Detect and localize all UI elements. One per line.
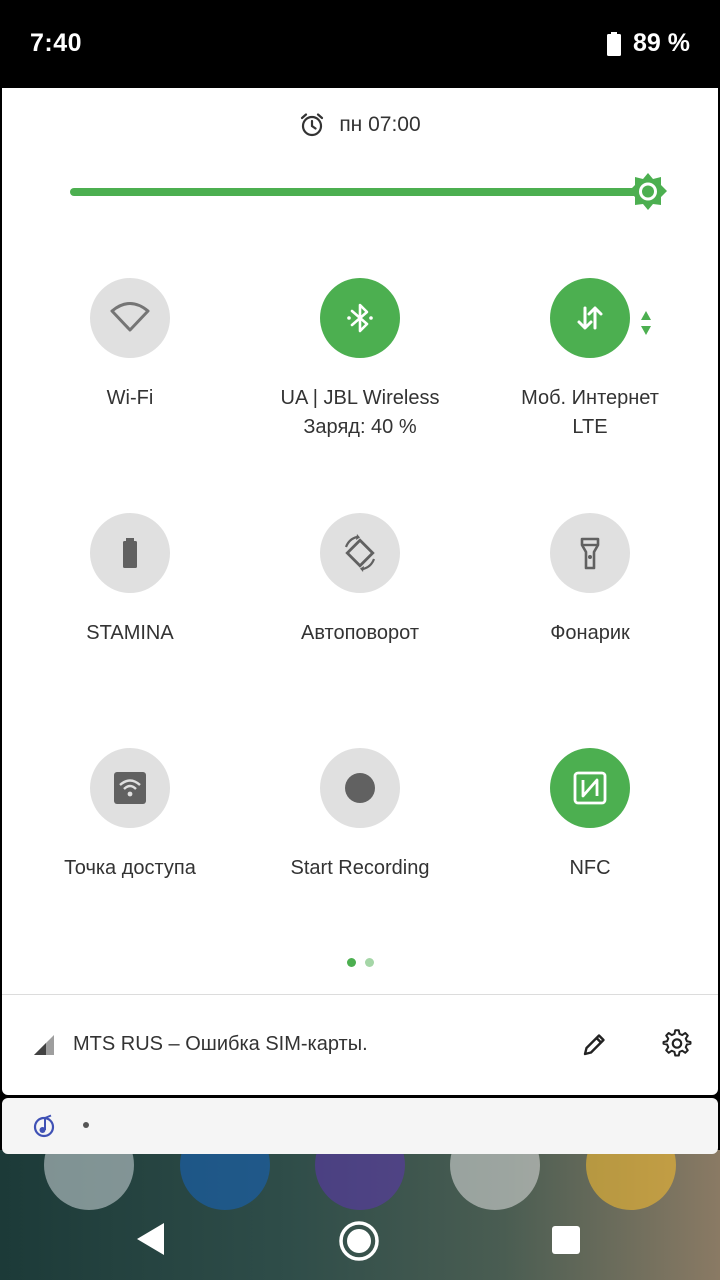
back-icon[interactable] bbox=[136, 1222, 166, 1256]
alarm-icon bbox=[301, 113, 324, 137]
battery-status-icon bbox=[607, 31, 622, 56]
bluetooth-icon bbox=[347, 303, 373, 333]
tile-stamina[interactable]: STAMINA bbox=[15, 513, 245, 648]
brightness-thumb-icon[interactable] bbox=[628, 172, 668, 212]
page-dot-active[interactable] bbox=[346, 958, 356, 967]
page-dot[interactable] bbox=[364, 958, 374, 967]
tile-label: NFC bbox=[569, 857, 611, 879]
recent-apps-icon[interactable] bbox=[552, 1226, 580, 1254]
wifi-icon bbox=[110, 302, 150, 332]
battery-percent: 89 % bbox=[633, 29, 690, 57]
settings-gear-icon[interactable] bbox=[662, 1029, 692, 1059]
tile-flashlight-toggle[interactable] bbox=[550, 513, 630, 593]
home-icon[interactable] bbox=[338, 1220, 380, 1262]
quick-settings-footer: MTS RUS – Ошибка SIM-карты. bbox=[2, 995, 718, 1095]
tile-nfc-toggle[interactable] bbox=[550, 748, 630, 828]
tile-hotspot-toggle[interactable] bbox=[90, 748, 170, 828]
tile-screen-record[interactable]: Start Recording bbox=[245, 748, 475, 883]
brightness-slider-track[interactable] bbox=[70, 188, 650, 196]
more-notifications-dot bbox=[83, 1122, 89, 1128]
status-time: 7:40 bbox=[30, 29, 83, 57]
tile-flashlight[interactable]: Фонарик bbox=[475, 513, 705, 648]
edit-pencil-icon[interactable] bbox=[580, 1031, 608, 1059]
battery-icon bbox=[123, 538, 137, 568]
page-indicator bbox=[2, 958, 718, 967]
tile-bluetooth-toggle[interactable] bbox=[320, 278, 400, 358]
tile-label: Wi-Fi bbox=[106, 387, 154, 409]
tile-wifi[interactable]: Wi-Fi bbox=[15, 278, 245, 413]
quick-settings-panel: пн 07:00 Wi-Fi UA | JBL Wireless Заряд: … bbox=[2, 88, 718, 1095]
mobile-data-icon bbox=[577, 306, 603, 330]
tile-label: UA | JBL Wireless Заряд: 40 % bbox=[280, 387, 440, 438]
record-icon bbox=[345, 773, 375, 803]
tile-autorotate-toggle[interactable] bbox=[320, 513, 400, 593]
tile-label: Start Recording bbox=[290, 857, 430, 879]
tile-bluetooth[interactable]: UA | JBL Wireless Заряд: 40 % bbox=[245, 278, 475, 442]
tile-hotspot[interactable]: Точка доступа bbox=[15, 748, 245, 883]
carrier-text: MTS RUS – Ошибка SIM-карты. bbox=[73, 1033, 368, 1055]
tile-autorotate[interactable]: Автоповорот bbox=[245, 513, 475, 648]
tile-stamina-toggle[interactable] bbox=[90, 513, 170, 593]
tile-label: Автоповорот bbox=[300, 622, 420, 644]
tile-label: Моб. Интернет LTE bbox=[521, 387, 659, 438]
data-activity-icon bbox=[641, 311, 651, 335]
tile-label: Фонарик bbox=[550, 622, 630, 644]
music-note-icon bbox=[33, 1114, 55, 1138]
flashlight-icon bbox=[580, 537, 600, 570]
tile-wifi-toggle[interactable] bbox=[90, 278, 170, 358]
tile-screen-record-toggle[interactable] bbox=[320, 748, 400, 828]
signal-icon bbox=[34, 1035, 54, 1055]
tile-nfc[interactable]: NFC bbox=[475, 748, 705, 883]
tile-label: Точка доступа bbox=[64, 857, 196, 879]
status-right: 89 % bbox=[607, 29, 690, 58]
tile-mobile-data-toggle[interactable] bbox=[550, 278, 630, 358]
autorotate-icon bbox=[344, 534, 376, 572]
tile-mobile-data[interactable]: Моб. Интернет LTE bbox=[475, 278, 705, 442]
hotspot-icon bbox=[114, 772, 146, 804]
tile-label: STAMINA bbox=[86, 622, 174, 644]
alarm-text: пн 07:00 bbox=[339, 113, 421, 136]
nfc-icon bbox=[573, 771, 607, 805]
notification-strip[interactable] bbox=[2, 1098, 718, 1154]
next-alarm[interactable]: пн 07:00 bbox=[2, 112, 718, 138]
status-bar: 7:40 89 % bbox=[0, 0, 720, 88]
navigation-bar bbox=[0, 1200, 720, 1280]
